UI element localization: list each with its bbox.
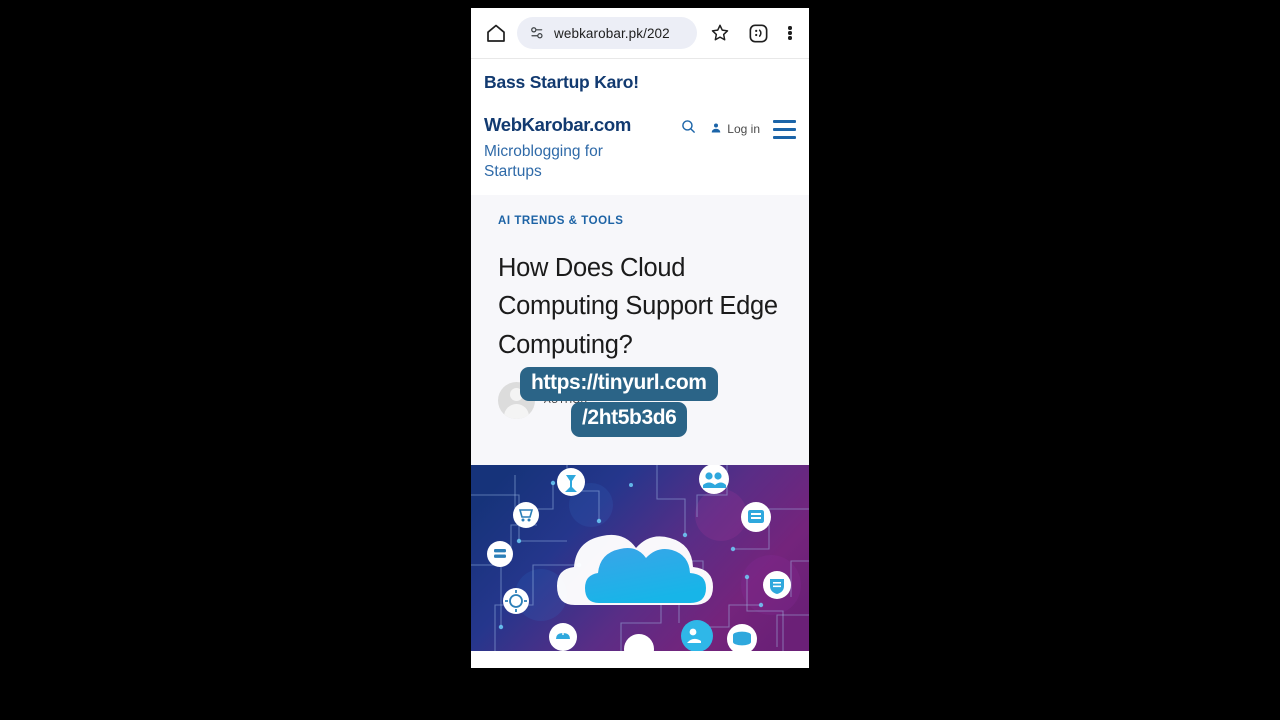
page-info-icon[interactable]	[529, 25, 545, 41]
author-name: AUTHOR	[544, 394, 589, 406]
phone-viewport: webkarobar.pk/202 Bass Startup Karo! Web…	[471, 8, 809, 668]
screen: webkarobar.pk/202 Bass Startup Karo! Web…	[0, 0, 1280, 720]
site-tagline: Microblogging for Startups	[484, 142, 603, 181]
article-card: AI TRENDS & TOOLS How Does Cloud Computi…	[471, 194, 809, 465]
user-icon	[710, 122, 722, 137]
star-icon[interactable]	[707, 20, 733, 46]
article-byline: AUTHOR	[498, 381, 782, 419]
browser-toolbar: webkarobar.pk/202	[471, 8, 809, 59]
site-logo-row: WebKarobar.com Microblogging for Startup…	[484, 115, 796, 182]
hamburger-menu-icon[interactable]	[773, 119, 796, 139]
emoji-face-icon[interactable]	[745, 20, 771, 46]
site-name[interactable]: WebKarobar.com	[484, 115, 644, 135]
web-page: Bass Startup Karo! WebKarobar.com Microb…	[471, 59, 809, 668]
site-branding[interactable]: WebKarobar.com Microblogging for Startup…	[484, 115, 644, 182]
search-icon[interactable]	[680, 118, 697, 140]
login-label: Log in	[727, 122, 760, 137]
address-bar[interactable]: webkarobar.pk/202	[517, 17, 697, 49]
header-actions: Log in	[680, 115, 796, 140]
url-text: webkarobar.pk/202	[554, 25, 670, 41]
site-header: Bass Startup Karo! WebKarobar.com Microb…	[471, 59, 809, 183]
three-dot-menu-icon[interactable]	[781, 20, 799, 46]
article-category[interactable]: AI TRENDS & TOOLS	[498, 215, 782, 227]
article-hero-image	[471, 464, 809, 651]
article-headline[interactable]: How Does Cloud Computing Support Edge Co…	[498, 249, 782, 365]
home-icon[interactable]	[483, 20, 509, 46]
login-link[interactable]: Log in	[710, 122, 760, 137]
avatar-placeholder-icon	[498, 381, 535, 419]
site-slogan: Bass Startup Karo!	[484, 72, 639, 92]
